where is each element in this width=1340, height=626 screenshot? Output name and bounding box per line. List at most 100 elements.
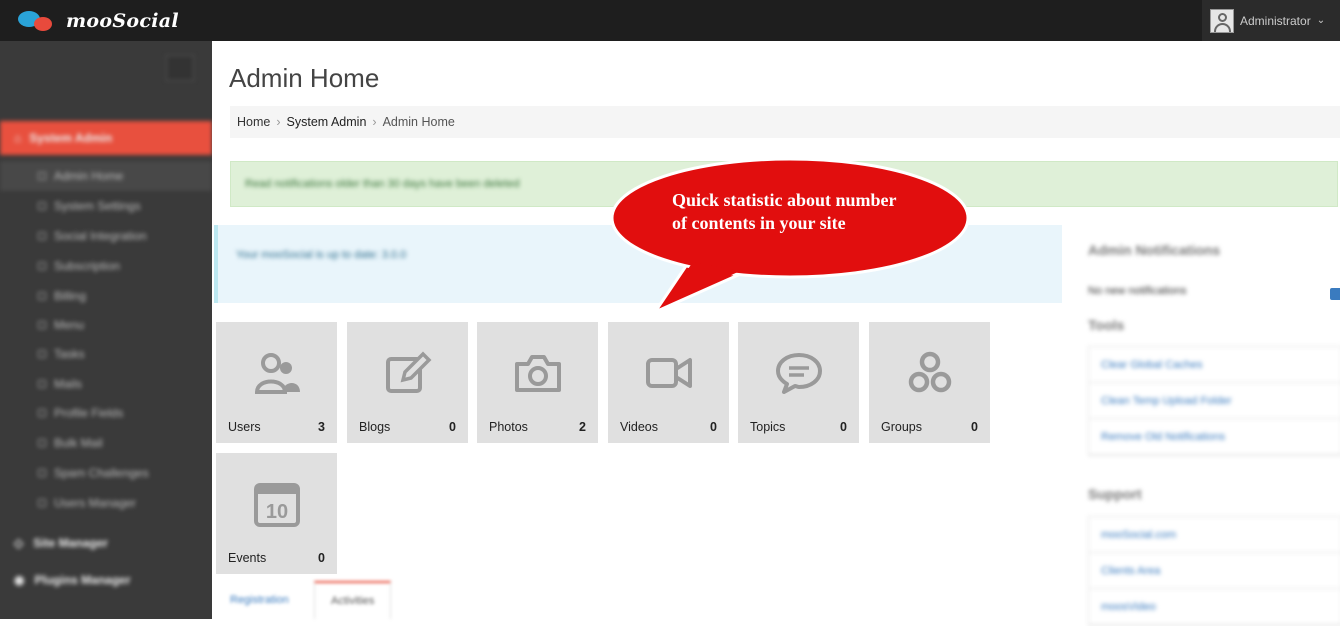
item-icon [38, 499, 46, 507]
sidebar-item-tasks[interactable]: Tasks [0, 339, 212, 369]
sidebar-item-admin-home[interactable]: Admin Home [0, 161, 212, 191]
sidebar-item-label: Admin Home [54, 169, 124, 183]
sidebar-section-system-admin[interactable]: ⌂ System Admin [0, 121, 212, 155]
callout-line-2: of contents in your site [672, 213, 846, 233]
user-menu[interactable]: Administrator ⌄ [1202, 0, 1340, 41]
breadcrumb-home-link[interactable]: Home [237, 115, 270, 129]
stat-value: 2 [579, 420, 586, 434]
info-alert: Your mooSocial is up to date: 3.0.0 [214, 225, 1062, 303]
stat-tile-topics[interactable]: Topics 0 [738, 322, 859, 443]
item-icon [38, 292, 46, 300]
stat-label: Groups [881, 420, 922, 434]
tools-heading: Tools [1088, 317, 1125, 333]
calendar-day: 10 [266, 501, 288, 523]
sidebar-section-site-manager[interactable]: ◇ Site Manager [0, 526, 212, 560]
chevron-right-icon: › [276, 115, 281, 129]
stat-tile-blogs[interactable]: Blogs 0 [347, 322, 468, 443]
page-title: Admin Home [229, 63, 380, 93]
support-list: mooSocial.com Clients Area moosVideo [1088, 516, 1340, 626]
sidebar-item-billing[interactable]: Billing [0, 281, 212, 311]
sidebar-item-bulk-mail[interactable]: Bulk Mail [0, 428, 212, 458]
stat-tile-events[interactable]: 10 Events 0 [216, 453, 337, 574]
main-content: Admin Home Home › System Admin › Admin H… [212, 41, 1340, 626]
sidebar-item-label: Billing [54, 289, 87, 303]
video-camera-icon [646, 358, 692, 388]
site-logo[interactable]: mooSocial [16, 8, 179, 34]
tool-link[interactable]: Clear Global Caches [1089, 347, 1340, 383]
tool-link[interactable]: Clean Temp Upload Folder [1089, 383, 1340, 419]
callout-line-1: Quick statistic about number [672, 190, 897, 210]
sidebar-item-users-manager[interactable]: Users Manager [0, 488, 212, 518]
stat-tile-users[interactable]: Users 3 [216, 322, 337, 443]
sidebar-item-system-settings[interactable]: System Settings [0, 191, 212, 221]
item-icon [38, 409, 46, 417]
stat-value: 0 [318, 551, 325, 565]
item-icon [38, 350, 46, 358]
tab-registration[interactable]: Registration [214, 581, 305, 619]
tools-list: Clear Global Caches Clean Temp Upload Fo… [1088, 346, 1340, 456]
sidebar-item-label: Menu [54, 318, 85, 332]
breadcrumb: Home › System Admin › Admin Home [230, 106, 1340, 138]
notifications-heading: Admin Notifications [1088, 242, 1221, 258]
no-notifications-text: No new notifications [1088, 285, 1187, 297]
stat-label: Topics [750, 420, 786, 434]
avatar [1210, 8, 1234, 33]
stat-tile-groups[interactable]: Groups 0 [869, 322, 990, 443]
stat-value: 3 [318, 420, 325, 434]
support-link[interactable]: moosVideo [1089, 589, 1340, 625]
stat-value: 0 [840, 420, 847, 434]
sidebar-item-label: Mails [54, 377, 83, 391]
callout-text: Quick statistic about number of contents… [672, 189, 932, 235]
sidebar-item-subscription[interactable]: Subscription [0, 251, 212, 281]
item-icon [38, 380, 46, 388]
right-panel: Admin Notifications No new notifications… [1086, 236, 1340, 626]
sidebar-item-spam-challenges[interactable]: Spam Challenges [0, 458, 212, 488]
sidebar-item-mails[interactable]: Mails [0, 369, 212, 399]
breadcrumb-system-admin-link[interactable]: System Admin [287, 115, 367, 129]
support-link[interactable]: Clients Area [1089, 553, 1340, 589]
support-link[interactable]: mooSocial.com [1089, 517, 1340, 553]
sidebar-item-profile-fields[interactable]: Profile Fields [0, 398, 212, 428]
sitemap-icon: ◇ [14, 536, 24, 550]
checkbox-icon[interactable] [1330, 288, 1340, 300]
stat-label: Events [228, 551, 267, 565]
info-alert-text: Your mooSocial is up to date: 3.0.0 [236, 249, 407, 261]
stat-label: Blogs [359, 420, 391, 434]
groups-icon [908, 351, 952, 393]
stat-tile-videos[interactable]: Videos 0 [608, 322, 729, 443]
item-icon [38, 232, 46, 240]
sidebar-section-label: Site Manager [33, 536, 108, 550]
item-icon [38, 172, 46, 180]
edit-icon [386, 351, 432, 393]
home-icon: ⌂ [14, 131, 22, 145]
stat-value: 0 [971, 420, 978, 434]
sidebar-section-label: Plugins Manager [34, 573, 131, 587]
sidebar-item-menu[interactable]: Menu [0, 310, 212, 340]
stat-label: Users [228, 420, 261, 434]
sidebar-section-plugins-manager[interactable]: ◉ Plugins Manager [0, 563, 212, 597]
plug-icon: ◉ [14, 573, 25, 587]
breadcrumb-current: Admin Home [382, 115, 455, 129]
top-bar: mooSocial Administrator ⌄ [0, 0, 1340, 41]
sidebar-item-label: Subscription [54, 259, 121, 273]
stat-value: 0 [449, 420, 456, 434]
sidebar-toggle-button[interactable] [166, 55, 194, 81]
sidebar-item-social-integration[interactable]: Social Integration [0, 221, 212, 251]
sidebar-item-label: Tasks [54, 347, 85, 361]
user-name: Administrator [1240, 13, 1311, 28]
sidebar-item-label: Users Manager [54, 496, 137, 510]
sidebar: ⌂ System Admin Admin Home System Setting… [0, 41, 212, 619]
sidebar-item-label: Profile Fields [54, 406, 124, 420]
stat-tile-photos[interactable]: Photos 2 [477, 322, 598, 443]
chevron-down-icon: ⌄ [1316, 15, 1326, 26]
item-icon [38, 202, 46, 210]
sidebar-item-label: Bulk Mail [54, 436, 103, 450]
sidebar-section-label: System Admin [29, 131, 113, 145]
sidebar-item-label: Spam Challenges [54, 466, 149, 480]
tab-activities[interactable]: Activities [314, 581, 392, 619]
item-icon [38, 321, 46, 329]
tool-link[interactable]: Remove Old Notifications [1089, 419, 1340, 455]
camera-icon [515, 355, 561, 392]
logo-bubbles-icon [16, 8, 60, 34]
comment-icon [776, 353, 822, 394]
